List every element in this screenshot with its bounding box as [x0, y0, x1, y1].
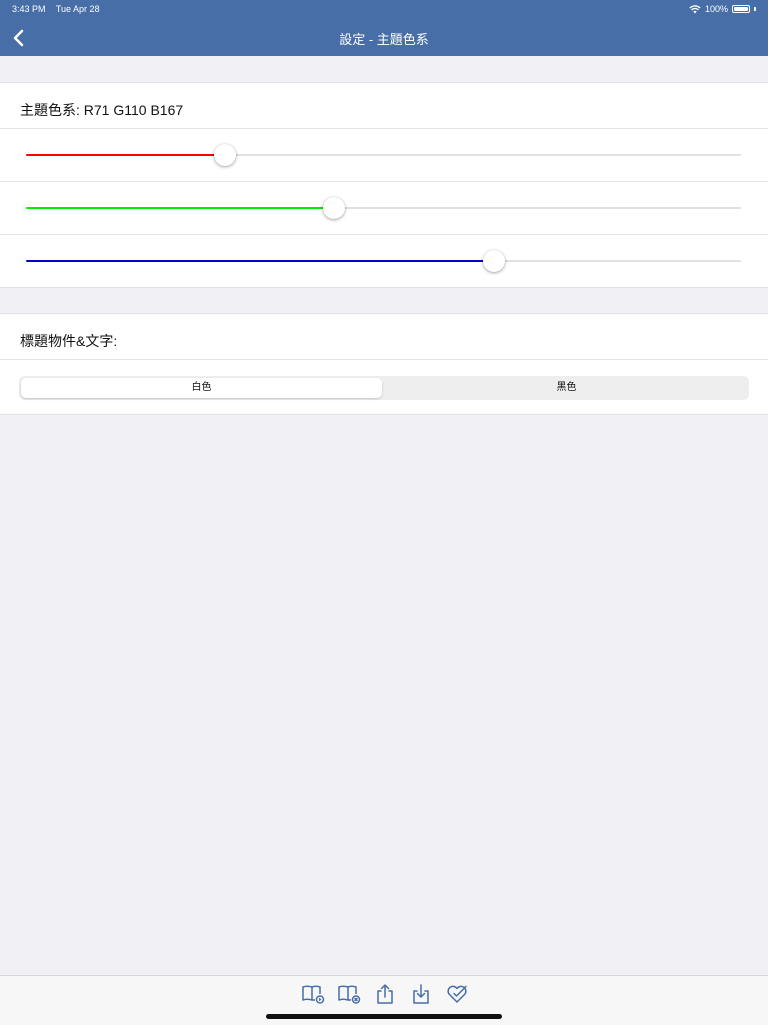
battery-icon — [732, 5, 750, 13]
red-slider-row — [0, 129, 768, 182]
nav-bar: 3:43 PM Tue Apr 28 100% 設定 - 主題色系 — [0, 0, 768, 56]
blue-slider-fill — [26, 260, 495, 262]
book-remove-icon[interactable] — [337, 982, 361, 1006]
blue-slider-thumb[interactable] — [483, 250, 506, 272]
blue-slider-row — [0, 235, 768, 287]
status-bar-right: 100% — [689, 4, 756, 14]
theme-color-section: 主題色系: R71 G110 B167 — [0, 82, 768, 288]
green-slider-row — [0, 182, 768, 235]
red-slider-fill — [26, 154, 226, 156]
home-indicator — [266, 1014, 502, 1019]
status-bar-left: 3:43 PM Tue Apr 28 — [12, 4, 108, 14]
blue-slider[interactable] — [26, 250, 741, 272]
book-play-icon[interactable] — [301, 982, 325, 1006]
upload-icon[interactable] — [373, 982, 397, 1006]
download-icon[interactable] — [409, 982, 433, 1006]
title-style-label: 標題物件&文字: — [0, 314, 768, 360]
battery-percent: 100% — [704, 4, 728, 14]
title-color-segmented-control: 白色 黑色 — [19, 376, 749, 400]
wifi-icon — [689, 4, 701, 13]
battery-tip — [754, 7, 756, 11]
segment-white[interactable]: 白色 — [21, 378, 382, 398]
green-slider[interactable] — [26, 197, 741, 219]
theme-color-label: 主題色系: R71 G110 B167 — [0, 83, 768, 129]
red-slider-thumb[interactable] — [214, 144, 237, 166]
status-date: Tue Apr 28 — [55, 4, 100, 14]
status-time: 3:43 PM — [12, 4, 46, 14]
green-slider-fill — [26, 207, 335, 209]
green-slider-thumb[interactable] — [323, 197, 346, 219]
heart-check-icon[interactable] — [445, 982, 469, 1006]
red-slider[interactable] — [26, 144, 741, 166]
page-title: 設定 - 主題色系 — [339, 32, 429, 47]
segment-black[interactable]: 黑色 — [386, 378, 747, 398]
title-style-section: 標題物件&文字: 白色 黑色 — [0, 313, 768, 415]
